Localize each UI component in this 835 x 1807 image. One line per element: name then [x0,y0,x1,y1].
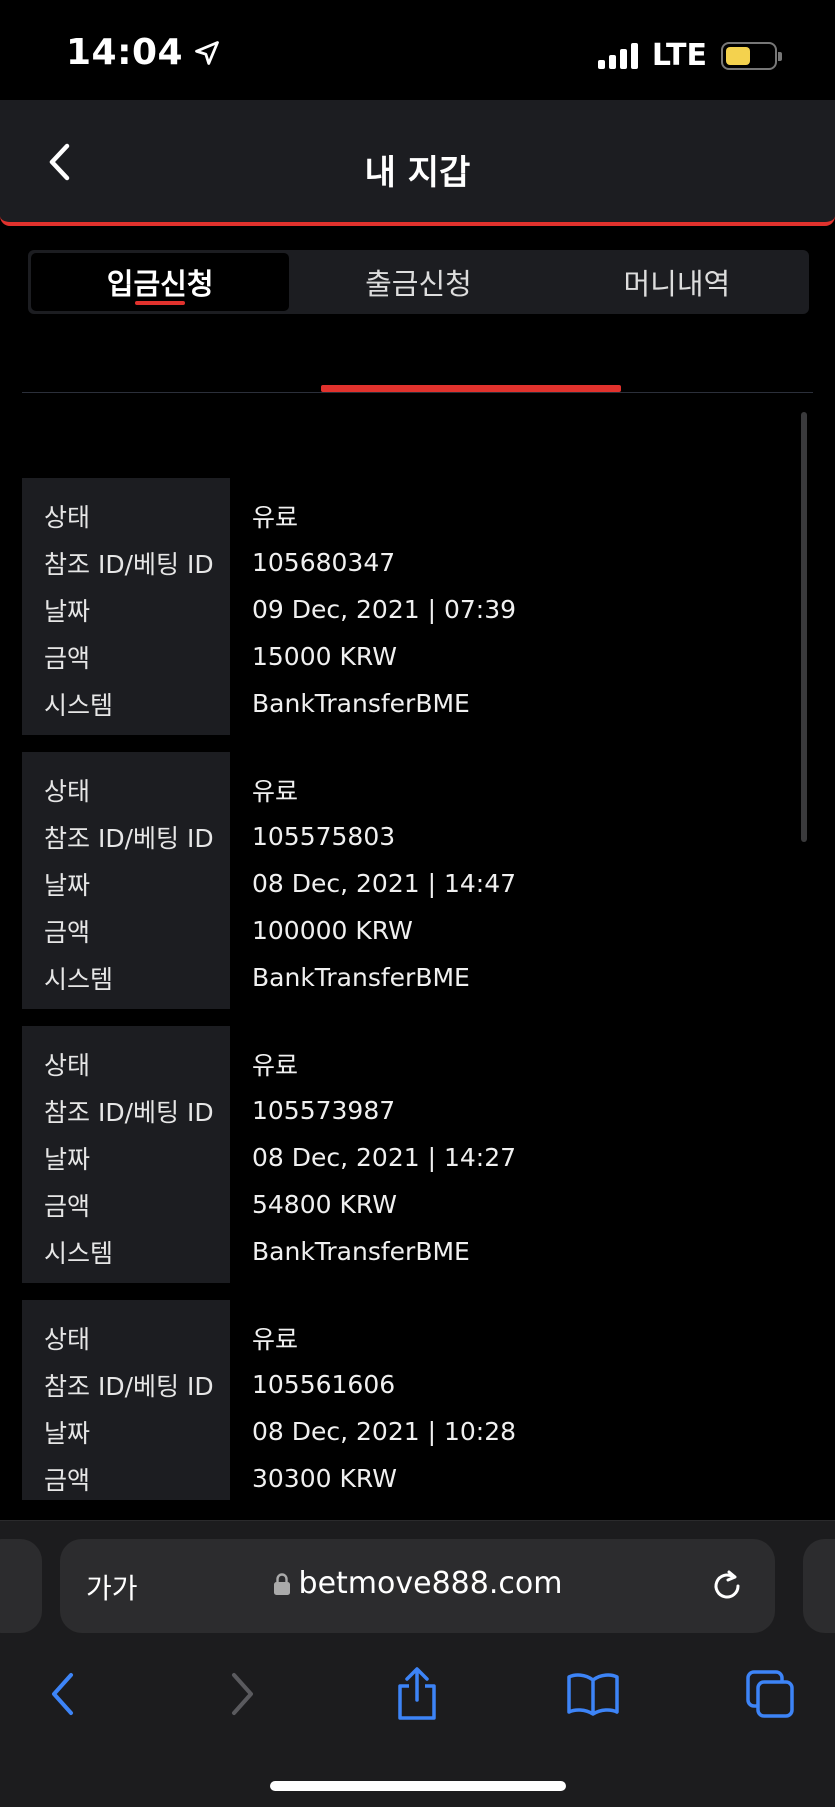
label-system: 시스템 [44,690,114,720]
value-system: BankTransferBME [252,963,470,992]
card-labels: 상태 참조 ID/베팅 ID 날짜 금액 시스템 [22,1026,230,1283]
card-values: 유료 105680347 09 Dec, 2021 | 07:39 15000 … [230,478,782,735]
clock-text: 14:04 [66,32,184,73]
label-status: 상태 [44,1324,91,1354]
card-values: 유료 105573987 08 Dec, 2021 | 14:27 54800 … [230,1026,782,1283]
tab-money-history[interactable]: 머니내역 [548,253,806,311]
value-date: 08 Dec, 2021 | 10:28 [252,1417,517,1446]
status-indicators: LTE [597,38,782,73]
value-amount: 100000 KRW [252,916,413,945]
loading-progress-bar [321,385,621,392]
value-status: 유료 [252,1050,299,1080]
tab-label: 출금신청 [365,267,472,301]
value-date: 08 Dec, 2021 | 14:27 [252,1143,517,1172]
label-amount: 금액 [44,917,91,947]
transaction-card: 상태 참조 ID/베팅 ID 날짜 금액 시스템 유료 105680347 09… [22,478,782,735]
label-status: 상태 [44,502,91,532]
value-date: 08 Dec, 2021 | 14:47 [252,869,517,898]
label-date: 날짜 [44,1418,91,1448]
value-system: BankTransferBME [252,1237,470,1266]
home-indicator[interactable] [270,1781,566,1791]
label-amount: 금액 [44,643,91,673]
label-date: 날짜 [44,1144,91,1174]
chevron-right-icon [232,1673,253,1715]
battery-icon [721,41,782,70]
transaction-card: 상태 참조 ID/베팅 ID 날짜 금액 시스템 유료 105573987 08… [22,1026,782,1283]
book-icon [567,1673,619,1716]
address-bar[interactable]: 가가 betmove888.com [60,1539,775,1633]
value-ref-id: 105680347 [252,548,396,577]
transaction-card: 상태 참조 ID/베팅 ID 날짜 금액 시스템 유료 105575803 08… [22,752,782,1009]
label-amount: 금액 [44,1191,91,1221]
app-header: 내 지갑 [0,100,835,226]
next-tab-preview[interactable] [803,1539,835,1633]
label-date: 날짜 [44,870,91,900]
lock-icon [273,1572,290,1595]
browser-forward-button[interactable] [212,1664,272,1724]
label-ref-id: 참조 ID/베팅 ID [44,549,214,579]
label-ref-id: 참조 ID/베팅 ID [44,823,214,853]
value-amount: 30300 KRW [252,1464,397,1493]
share-button[interactable] [387,1664,447,1724]
previous-tab-preview[interactable] [0,1539,42,1633]
page-title: 내 지갑 [364,153,471,193]
transaction-card: 상태 참조 ID/베팅 ID 날짜 금액 유료 105561606 08 Dec… [22,1300,782,1500]
tabs-icon [746,1670,794,1718]
status-bar: 14:04 LTE [0,0,835,100]
share-icon [398,1667,436,1720]
chevron-left-icon [52,1673,73,1715]
tab-withdraw-request[interactable]: 출금신청 [289,253,547,311]
label-system: 시스템 [44,1238,114,1268]
url-display[interactable]: betmove888.com [60,1566,775,1601]
label-ref-id: 참조 ID/베팅 ID [44,1097,214,1127]
card-labels: 상태 참조 ID/베팅 ID 날짜 금액 시스템 [22,478,230,735]
value-ref-id: 105573987 [252,1096,396,1125]
value-system: BankTransferBME [252,689,470,718]
tab-label: 입금신청 [106,267,214,301]
url-text: betmove888.com [298,1566,563,1601]
card-labels: 상태 참조 ID/베팅 ID 날짜 금액 시스템 [22,752,230,1009]
label-ref-id: 참조 ID/베팅 ID [44,1371,214,1401]
card-labels: 상태 참조 ID/베팅 ID 날짜 금액 [22,1300,230,1500]
value-ref-id: 105561606 [252,1370,396,1399]
label-status: 상태 [44,1050,91,1080]
label-system: 시스템 [44,964,114,994]
browser-back-button[interactable] [33,1664,93,1724]
active-tab-indicator [135,301,186,305]
label-amount: 금액 [44,1465,91,1495]
deposit-history-list: 상태 참조 ID/베팅 ID 날짜 금액 시스템 유료 105680347 09… [22,478,782,1500]
browser-toolbar [0,1640,835,1807]
value-status: 유료 [252,1324,299,1354]
value-amount: 54800 KRW [252,1190,397,1219]
reload-icon[interactable] [707,1566,747,1606]
section-divider [22,392,813,393]
tab-deposit-request[interactable]: 입금신청 [31,253,290,311]
tabs-button[interactable] [740,1664,800,1724]
signal-icon [597,42,638,69]
label-status: 상태 [44,776,91,806]
status-time: 14:04 [66,32,221,73]
value-date: 09 Dec, 2021 | 07:39 [252,595,517,624]
scrollbar[interactable] [801,412,807,842]
card-values: 유료 105561606 08 Dec, 2021 | 10:28 30300 … [230,1300,782,1500]
bookmarks-button[interactable] [563,1664,623,1724]
value-status: 유료 [252,502,299,532]
value-amount: 15000 KRW [252,642,397,671]
label-date: 날짜 [44,596,91,626]
network-type: LTE [651,38,707,73]
value-status: 유료 [252,776,299,806]
tab-label: 머니내역 [623,267,731,301]
browser-address-area: 가가 betmove888.com [0,1520,835,1640]
location-arrow-icon [195,40,219,65]
card-values: 유료 105575803 08 Dec, 2021 | 14:47 100000… [230,752,782,1009]
value-ref-id: 105575803 [252,822,396,851]
wallet-tabs: 입금신청 출금신청 머니내역 [28,250,809,314]
